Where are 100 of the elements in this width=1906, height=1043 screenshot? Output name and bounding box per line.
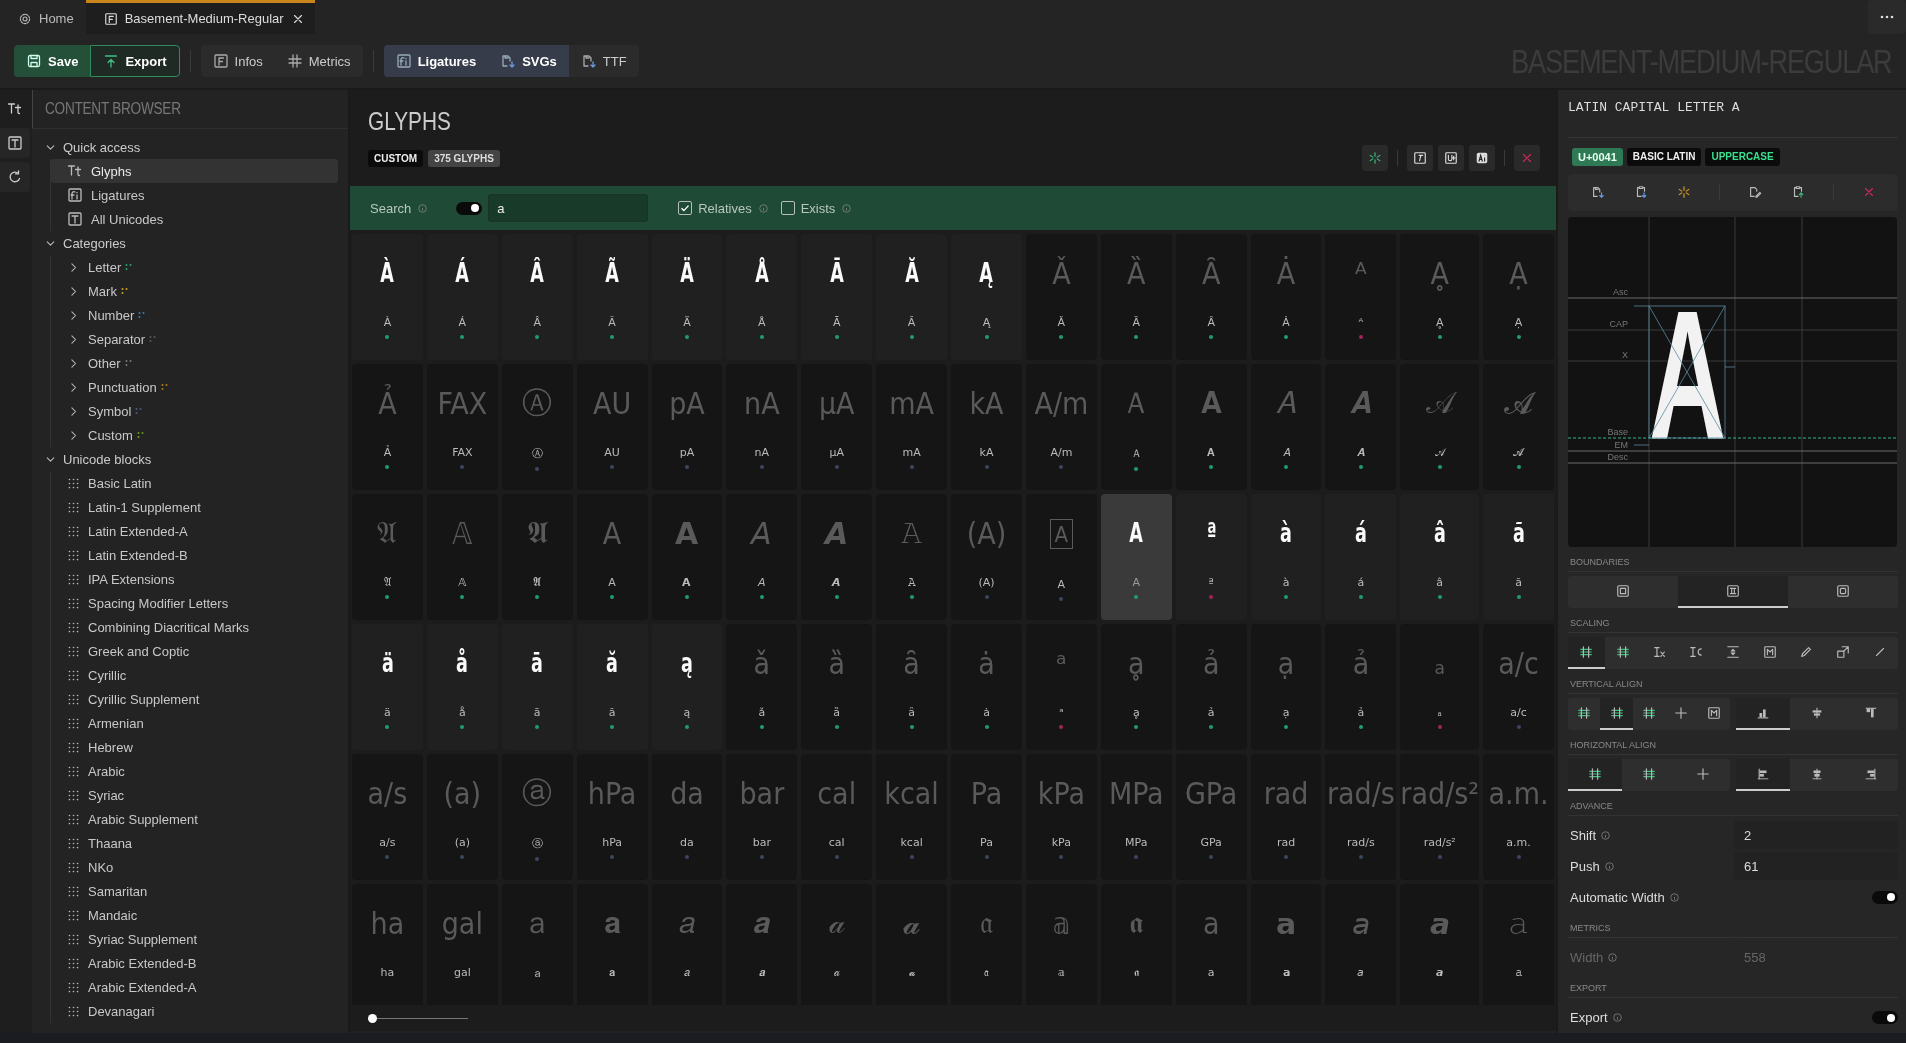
option-button[interactable] — [1736, 758, 1790, 791]
import-button[interactable] — [1469, 145, 1495, 171]
glyph-tile[interactable]: bar bar — [726, 754, 798, 880]
glyph-tile[interactable]: 𝕒 𝕒 — [1025, 884, 1097, 1005]
number-field[interactable]: 2 — [1734, 821, 1898, 850]
option-button[interactable] — [1736, 697, 1790, 730]
glyph-tile[interactable]: MPa MPa — [1100, 754, 1172, 880]
glyph-tile[interactable]: da da — [651, 754, 723, 880]
toolbar-button[interactable]: Export — [90, 45, 180, 77]
glyph-tile[interactable]: Ȧ Ȧ — [1250, 234, 1322, 360]
glyph-tile[interactable]: Â Â — [501, 234, 573, 360]
glyph-tile[interactable]: ả ả — [1175, 624, 1247, 750]
glyph-tile[interactable]: Ạ Ạ — [1483, 234, 1554, 360]
glyph-tile[interactable]: rad rad — [1250, 754, 1322, 880]
glyph-tile[interactable]: A A — [1025, 494, 1097, 620]
unicode-tool-button[interactable] — [0, 128, 30, 158]
glyph-tile[interactable]: 𝔞 𝔞 — [951, 884, 1022, 1005]
glyph-tile[interactable]: (a) (a) — [426, 754, 498, 880]
glyph-tile[interactable]: ă ă — [576, 624, 648, 750]
option-button[interactable] — [1568, 636, 1605, 669]
tree-item[interactable]: NKo — [51, 855, 338, 879]
tree-item[interactable]: Punctuation — [51, 375, 338, 399]
glyph-tile[interactable]: ᴬ ᴬ — [1325, 234, 1397, 360]
glyph-tile[interactable]: ₐ ₐ — [1400, 624, 1480, 750]
tree-item[interactable]: Symbol — [51, 399, 338, 423]
toolbar-button[interactable]: TTF — [568, 45, 639, 77]
glyph-tile[interactable]: Å Å — [726, 234, 798, 360]
glyph-tile[interactable]: Ą Ą — [951, 234, 1022, 360]
glyph-tile[interactable]: â â — [1400, 494, 1480, 620]
glyph-tile[interactable]: pA pA — [651, 364, 723, 490]
glyph-tile[interactable]: À À — [352, 234, 423, 360]
toggle-switch[interactable] — [1872, 890, 1898, 904]
toggle-switch[interactable] — [1872, 1011, 1898, 1024]
glyph-tile[interactable]: a/s a/s — [352, 754, 423, 880]
glyph-tile[interactable]: Ả Ả — [352, 364, 423, 490]
glyph-tile[interactable]: ǎ ǎ — [726, 624, 798, 750]
glyph-tile[interactable]: 𝖆 𝖆 — [1100, 884, 1172, 1005]
glyph-tile[interactable]: 𝓐 𝓐 — [1483, 364, 1554, 490]
tree-item[interactable]: Glyphs — [51, 159, 338, 183]
tree-item[interactable]: Arabic Extended-B — [51, 951, 338, 975]
number-field[interactable]: 61 — [1734, 852, 1898, 881]
tree-item[interactable]: Samaritan — [51, 879, 338, 903]
italic-button[interactable] — [1407, 145, 1433, 171]
tree-item[interactable]: Mark — [51, 279, 338, 303]
tree-item[interactable]: Thaana — [51, 831, 338, 855]
tree-item[interactable]: Devanagari — [51, 999, 338, 1023]
glyph-tile[interactable]: a/c a/c — [1483, 624, 1554, 750]
glyph-tile[interactable]: ȧ ȧ — [951, 624, 1022, 750]
tree-item[interactable]: Greek and Coptic — [51, 639, 338, 663]
glyph-tile[interactable]: á á — [1325, 494, 1397, 620]
glyph-tile[interactable]: ạ ạ — [1250, 624, 1322, 750]
glyph-tile[interactable]: kcal kcal — [876, 754, 948, 880]
glyph-tile[interactable]: 𝖠 𝖠 — [576, 494, 648, 620]
tree-item[interactable]: Cyrillic — [51, 663, 338, 687]
glyph-tile[interactable]: Ḁ Ḁ — [1400, 234, 1480, 360]
tree-item[interactable]: Syriac Supplement — [51, 927, 338, 951]
glyph-tile[interactable]: (A) (A) — [951, 494, 1022, 620]
glyph-tile[interactable]: 𝔄 𝔄 — [352, 494, 423, 620]
glyph-tile[interactable]: 𝑎 𝑎 — [651, 884, 723, 1005]
glyph-tile[interactable]: ⓐ ⓐ — [501, 754, 573, 880]
tree-item[interactable]: Number — [51, 303, 338, 327]
glyph-tile[interactable]: hPa hPa — [576, 754, 648, 880]
glyph-tile[interactable]: 𝘢 𝘢 — [1325, 884, 1397, 1005]
tree-item[interactable]: IPA Extensions — [51, 567, 338, 591]
checkbox[interactable] — [678, 201, 693, 215]
toolbar-button[interactable]: Metrics — [274, 45, 363, 77]
unicode-add-button[interactable] — [1438, 145, 1464, 171]
glyph-tile[interactable]: ha ha — [352, 884, 423, 1005]
tab[interactable]: Home — [0, 0, 86, 34]
sparkle-button[interactable] — [1362, 145, 1388, 171]
glyph-tile[interactable]: 𝒜 𝒜 — [1400, 364, 1480, 490]
glyph-tile[interactable]: FAX FAX — [426, 364, 498, 490]
tree-item[interactable]: Combining Diacritical Marks — [51, 615, 338, 639]
glyph-tile[interactable]: ä ä — [352, 624, 423, 750]
glyph-tile[interactable]: rad/s rad/s — [1325, 754, 1397, 880]
glyph-tile[interactable]: mA mA — [876, 364, 948, 490]
glyph-tile[interactable]: 𝒂 𝒂 — [726, 884, 798, 1005]
section-header[interactable]: Unicode blocks — [44, 447, 338, 471]
glyph-tile[interactable]: kA kA — [951, 364, 1022, 490]
tree-item[interactable]: Other — [51, 351, 338, 375]
glyph-tile[interactable]: a.m. a.m. — [1483, 754, 1554, 880]
glyph-tile[interactable]: A/m A/m — [1025, 364, 1097, 490]
glyph-tile[interactable]: Ａ Ａ — [1100, 364, 1172, 490]
glyph-tile[interactable]: kPa kPa — [1025, 754, 1097, 880]
option-button[interactable] — [1600, 697, 1633, 730]
glyph-tile[interactable]: 𝙰 𝙰 — [876, 494, 948, 620]
glyph-tile[interactable]: Ä Ä — [651, 234, 723, 360]
glyph-tile[interactable]: 𝖺 𝖺 — [1175, 884, 1247, 1005]
glyph-tile[interactable]: 𝓪 𝓪 — [876, 884, 948, 1005]
glyph-tile[interactable]: à à — [1250, 494, 1322, 620]
toolbar-button[interactable]: Infos — [200, 45, 275, 77]
section-header[interactable]: Categories — [44, 231, 338, 255]
tree-item[interactable]: Hebrew — [51, 735, 338, 759]
glyph-tile[interactable]: 𝐀 𝐀 — [1175, 364, 1247, 490]
glyph-tile[interactable]: Ă Ă — [876, 234, 948, 360]
checkbox[interactable] — [780, 201, 795, 215]
glyph-tile[interactable]: ȃ ȃ — [876, 624, 948, 750]
glyph-tile[interactable]: 𝘈 𝘈 — [726, 494, 798, 620]
slider-thumb[interactable] — [368, 1013, 377, 1023]
tree-item[interactable]: Mandaic — [51, 903, 338, 927]
